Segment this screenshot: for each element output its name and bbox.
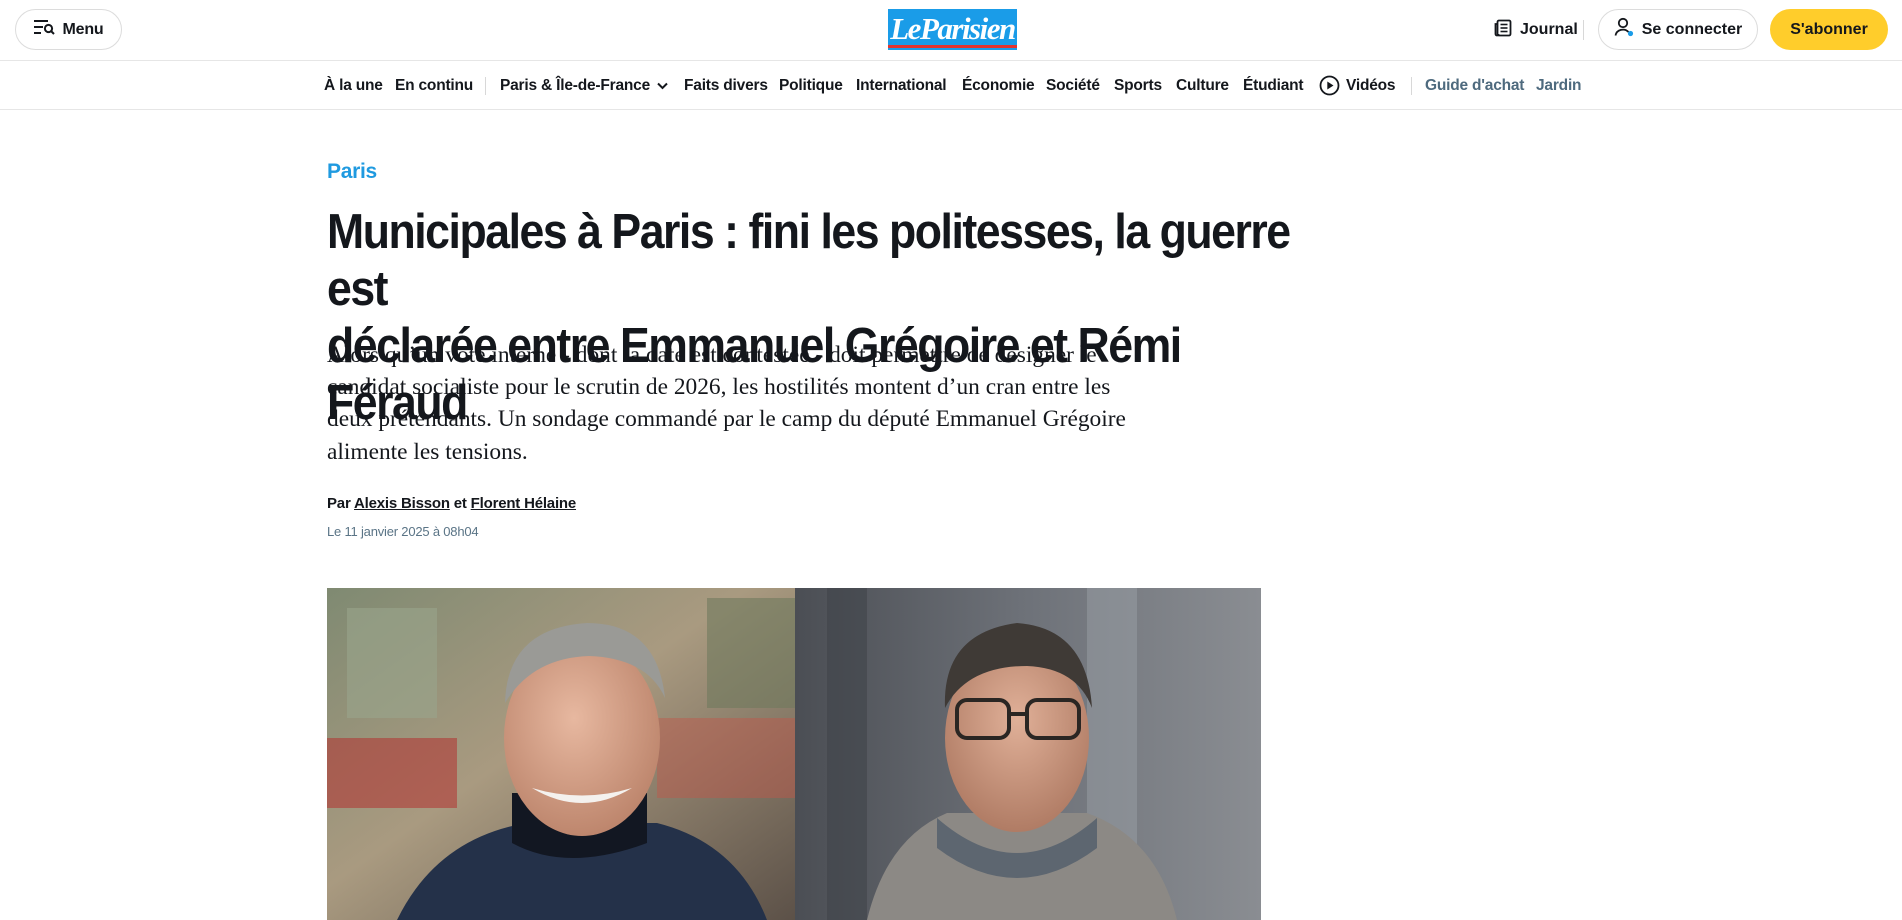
nav-item-label: Paris & Île-de-France bbox=[500, 76, 650, 94]
nav-item-guide-dachat[interactable]: Guide d'achat bbox=[1425, 61, 1524, 110]
nav-divider bbox=[485, 77, 486, 95]
nav-item-jardin[interactable]: Jardin bbox=[1536, 61, 1582, 110]
headline-line: Municipales à Paris : fini les politesse… bbox=[327, 205, 1291, 316]
nav-item-paris-ile-de-france[interactable]: Paris & Île-de-France bbox=[500, 61, 668, 110]
nav-item-politique[interactable]: Politique bbox=[779, 61, 843, 110]
journal-link[interactable]: Journal bbox=[1494, 16, 1578, 44]
article-main-photo bbox=[327, 588, 1261, 920]
le-parisien-logo[interactable]: LeParisien bbox=[888, 9, 1017, 50]
author-link[interactable]: Florent Hélaine bbox=[471, 495, 577, 512]
nav-item-economie[interactable]: Économie bbox=[962, 61, 1035, 110]
lede-line: candidat socialiste pour le scrutin de 2… bbox=[327, 374, 1111, 401]
menu-label: Menu bbox=[62, 20, 104, 38]
nav-item-a-la-une[interactable]: À la une bbox=[324, 61, 383, 110]
newspaper-icon bbox=[1494, 19, 1512, 42]
top-bar: Menu LeParisien Journal Se connecter S'a… bbox=[0, 0, 1902, 61]
publication-date: Le 11 janvier 2025 à 08h04 bbox=[327, 524, 479, 539]
login-label: Se connecter bbox=[1641, 20, 1743, 38]
menu-search-icon bbox=[33, 19, 55, 40]
lede-line: alimente les tensions. bbox=[327, 438, 528, 465]
subscribe-label: S'abonner bbox=[1790, 20, 1868, 38]
author-link[interactable]: Alexis Bisson bbox=[354, 495, 450, 512]
nav-item-en-continu[interactable]: En continu bbox=[395, 61, 473, 110]
portraits-illustration bbox=[327, 588, 1261, 920]
nav-item-culture[interactable]: Culture bbox=[1176, 61, 1229, 110]
nav-item-videos[interactable]: Vidéos bbox=[1319, 61, 1396, 110]
nav-item-sports[interactable]: Sports bbox=[1114, 61, 1162, 110]
nav-divider bbox=[1411, 77, 1412, 95]
nav-item-societe[interactable]: Société bbox=[1046, 61, 1100, 110]
header-divider bbox=[1583, 20, 1584, 40]
article-lede: Alors qu’un vote interne - dont la date … bbox=[327, 339, 1257, 468]
login-button[interactable]: Se connecter bbox=[1598, 9, 1758, 50]
logo-underline bbox=[888, 45, 1017, 48]
lede-line: Alors qu’un vote interne - dont la date … bbox=[327, 342, 1097, 368]
main-navigation: À la une En continu Paris & Île-de-Franc… bbox=[0, 61, 1902, 110]
user-icon bbox=[1614, 17, 1634, 42]
subscribe-button[interactable]: S'abonner bbox=[1770, 9, 1888, 50]
journal-label: Journal bbox=[1520, 21, 1578, 38]
menu-button[interactable]: Menu bbox=[15, 9, 122, 50]
nav-item-label: Vidéos bbox=[1346, 76, 1396, 94]
nav-item-faits-divers[interactable]: Faits divers bbox=[684, 61, 768, 110]
lede-line: deux prétendants. Un sondage commandé pa… bbox=[327, 406, 1126, 433]
byline: Par Alexis Bisson et Florent Hélaine bbox=[327, 495, 576, 512]
logo-text: LeParisien bbox=[890, 11, 1016, 46]
byline-conjunction: et bbox=[453, 495, 467, 512]
play-icon bbox=[1319, 75, 1340, 96]
nav-item-etudiant[interactable]: Étudiant bbox=[1243, 61, 1304, 110]
article-rubric-link[interactable]: Paris bbox=[327, 160, 377, 184]
chevron-down-icon bbox=[657, 77, 668, 95]
byline-prefix: Par bbox=[327, 495, 351, 512]
nav-item-international[interactable]: International bbox=[856, 61, 947, 110]
